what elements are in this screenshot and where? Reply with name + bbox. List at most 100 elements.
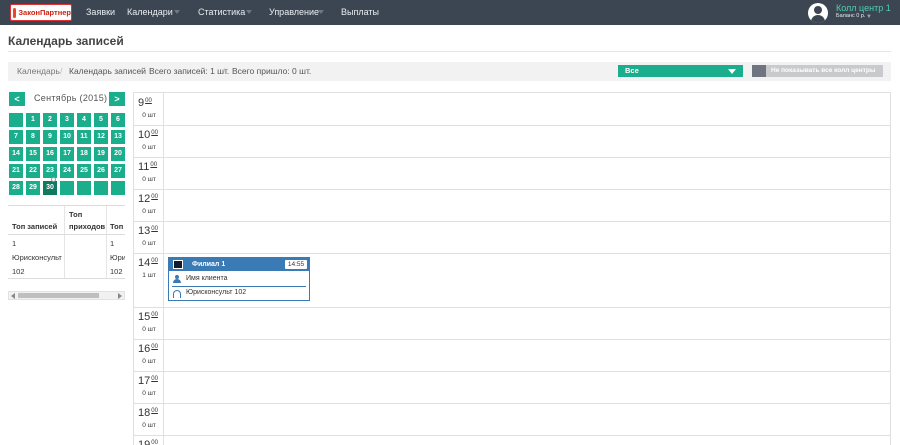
slot-minutes-link[interactable]: 00: [151, 194, 158, 200]
breadcrumb-calendar[interactable]: Календарь: [17, 62, 60, 81]
table-header[interactable]: Топ: [110, 221, 123, 233]
slot-minutes-link[interactable]: 00: [151, 344, 158, 350]
time-slot[interactable]: [134, 371, 890, 372]
calendar-day[interactable]: 3: [60, 113, 74, 127]
scroll-left-icon[interactable]: [11, 293, 15, 299]
table-header[interactable]: Топ записей: [12, 221, 57, 233]
calendar-day[interactable]: 20: [111, 147, 125, 161]
slot-minutes-link[interactable]: 00: [151, 376, 158, 382]
calendar-day[interactable]: 26: [94, 164, 108, 178]
scroll-right-icon[interactable]: [118, 293, 122, 299]
table-header[interactable]: Топ приходов: [69, 209, 105, 233]
slot-hour: 1500: [138, 311, 158, 323]
time-slot[interactable]: [134, 435, 890, 436]
callcenter-select[interactable]: Все: [618, 65, 743, 77]
calendar-day[interactable]: 23: [43, 164, 57, 178]
time-slot[interactable]: [134, 339, 890, 340]
hide-callcenters-toggle[interactable]: Не показывать все колл центры: [752, 65, 883, 77]
prev-month-button[interactable]: <: [9, 92, 25, 106]
calendar-day[interactable]: 17: [60, 147, 74, 161]
page-title: Календарь записей: [8, 34, 124, 48]
time-slot[interactable]: [134, 253, 890, 254]
nav-item-requests[interactable]: Заявки: [86, 0, 115, 25]
calendar-day-empty: [60, 181, 74, 195]
calendar-day-empty: [94, 181, 108, 195]
calendar-day[interactable]: 14: [9, 147, 23, 161]
table-cell: 102: [12, 267, 25, 276]
slot-hour: 1300: [138, 225, 158, 237]
slot-count: 0 шт: [142, 240, 156, 247]
calendar-day[interactable]: 11: [77, 130, 91, 144]
calendar-day[interactable]: 16: [43, 147, 57, 161]
toggle-knob: [752, 65, 766, 77]
calendar-day[interactable]: 28: [9, 181, 23, 195]
logo[interactable]: ЗаконПартнер: [10, 4, 72, 21]
time-slot[interactable]: [134, 221, 890, 222]
time-slot[interactable]: [134, 157, 890, 158]
user-avatar-icon[interactable]: [808, 3, 828, 23]
calendar-day[interactable]: 24: [60, 164, 74, 178]
chevron-down-icon: [318, 10, 324, 14]
calendar-day[interactable]: 2: [43, 113, 57, 127]
calendar-day[interactable]: 8: [26, 130, 40, 144]
slot-hour: 1100: [138, 161, 157, 173]
time-slot[interactable]: [134, 189, 890, 190]
calendar-day[interactable]: 15: [26, 147, 40, 161]
calendar-day-empty: [9, 113, 23, 127]
slot-count: 1 шт: [142, 272, 156, 279]
slot-hour-value: 14: [138, 257, 151, 269]
nav-item-management[interactable]: Управление: [269, 0, 319, 25]
slot-minutes-link[interactable]: 00: [150, 162, 157, 168]
nav-item-calendars[interactable]: Календари: [127, 0, 173, 25]
slot-hour-value: 19: [138, 439, 151, 445]
divider: [8, 51, 891, 52]
calendar-day[interactable]: 29: [26, 181, 40, 195]
calendar-day[interactable]: 27: [111, 164, 125, 178]
calendar-day[interactable]: 4: [77, 113, 91, 127]
calendar-day[interactable]: 9: [43, 130, 57, 144]
calendar-day[interactable]: 7: [9, 130, 23, 144]
slot-hour-value: 11: [138, 161, 150, 173]
slot-minutes-link[interactable]: 00: [145, 98, 152, 104]
slot-hour: 900: [138, 97, 152, 109]
slot-minutes-link[interactable]: 00: [151, 312, 158, 318]
calendar-month: Сентябрь (2015): [34, 93, 108, 103]
calendar-day[interactable]: 30: [43, 181, 57, 195]
top-table: Топ записей Топ приходов Топ 1 Юрисконсу…: [8, 205, 125, 279]
time-slot[interactable]: [134, 125, 890, 126]
calendar-day[interactable]: 10: [60, 130, 74, 144]
calendar-day[interactable]: 6: [111, 113, 125, 127]
scroll-thumb[interactable]: [18, 293, 99, 298]
calendar-day[interactable]: 5: [94, 113, 108, 127]
calendar-day[interactable]: 21: [9, 164, 23, 178]
time-column-divider: [163, 93, 164, 445]
chevron-down-icon: [246, 10, 252, 14]
calendar-day[interactable]: 1: [26, 113, 40, 127]
calendar-day[interactable]: 18: [77, 147, 91, 161]
table-scrollbar[interactable]: [8, 291, 125, 300]
calendar-day[interactable]: 12: [94, 130, 108, 144]
nav-item-statistics[interactable]: Статистика: [198, 0, 245, 25]
calendar-day[interactable]: 13: [111, 130, 125, 144]
slot-minutes-link[interactable]: 00: [151, 440, 158, 445]
table-cell: 1: [110, 239, 115, 248]
slot-minutes-link[interactable]: 00: [151, 408, 158, 414]
nav-item-payouts[interactable]: Выплаты: [341, 0, 379, 25]
appointment-card[interactable]: Филиал 1 14:55 Имя клиента Юрисконсульт …: [168, 257, 310, 301]
slot-minutes-link[interactable]: 00: [151, 226, 158, 232]
chevron-down-icon[interactable]: ▼: [866, 14, 872, 20]
calendar-day[interactable]: 19: [94, 147, 108, 161]
time-slot[interactable]: [134, 307, 890, 308]
slot-hour-value: 17: [138, 375, 151, 387]
callcenter-select-value: Все: [625, 66, 639, 75]
calendar-day[interactable]: 25: [77, 164, 91, 178]
user-name[interactable]: Колл центр 1: [836, 3, 891, 13]
appointment-client: Имя клиента: [186, 275, 228, 282]
branch-icon: [173, 260, 183, 269]
slot-hour: 1400: [138, 257, 158, 269]
slot-minutes-link[interactable]: 00: [151, 130, 158, 136]
time-slot[interactable]: [134, 403, 890, 404]
slot-minutes-link[interactable]: 00: [151, 258, 158, 264]
calendar-day[interactable]: 22: [26, 164, 40, 178]
next-month-button[interactable]: >: [109, 92, 125, 106]
